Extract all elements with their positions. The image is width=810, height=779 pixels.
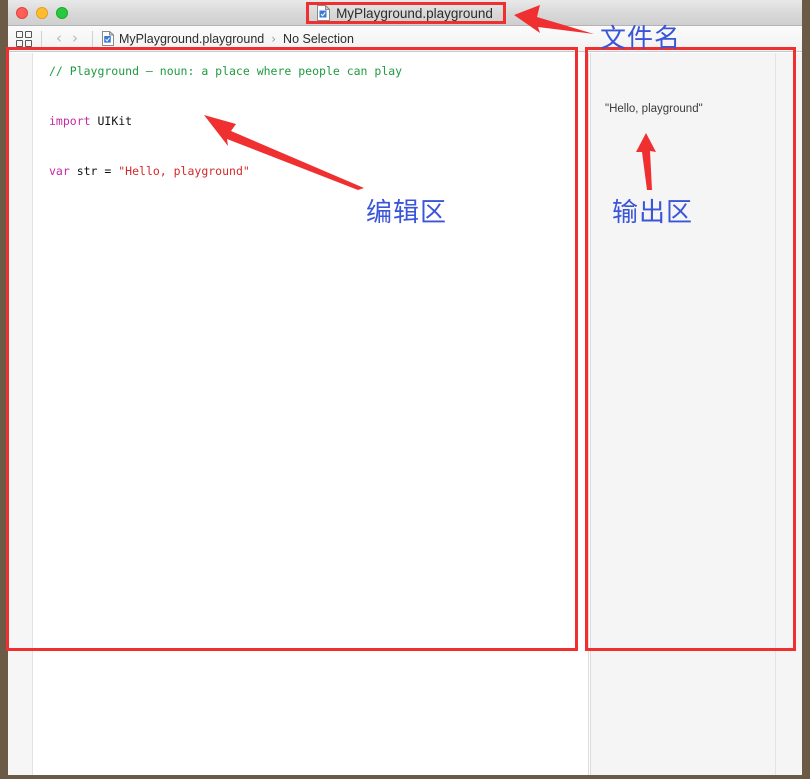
back-chevron-icon[interactable]: ‹ — [51, 31, 67, 46]
breadcrumb: MyPlayground.playground › No Selection — [102, 30, 354, 46]
breadcrumb-document-icon — [102, 30, 115, 46]
toolbar-divider-1 — [41, 30, 42, 47]
navigation-toolbar: ‹ › MyPlayground.playground › No Selecti… — [8, 26, 802, 52]
breadcrumb-file-label[interactable]: MyPlayground.playground — [119, 32, 264, 46]
forward-chevron-icon[interactable]: › — [67, 31, 83, 46]
line-blank-1 — [49, 84, 588, 109]
code-token: UIKit — [90, 114, 133, 128]
screenshot-root: MyPlayground.playground ‹ › MyPlayground… — [0, 0, 810, 779]
code-token: var — [49, 164, 70, 178]
code-token: import — [49, 114, 91, 128]
output-line: "Hello, playground" — [605, 103, 703, 115]
output-panel: "Hello, playground" — [590, 53, 802, 775]
editor-gutter — [8, 53, 33, 775]
line-var: var str = "Hello, playground" — [49, 159, 588, 184]
content-area: // Playground — noun: a place where peop… — [8, 53, 802, 775]
breadcrumb-separator: › — [271, 31, 277, 46]
code-token: str = — [69, 164, 119, 178]
code-block[interactable]: // Playground — noun: a place where peop… — [49, 59, 588, 184]
playground-document-icon — [317, 4, 331, 21]
breadcrumb-selection-label[interactable]: No Selection — [283, 32, 354, 46]
output-results-column: "Hello, playground" — [591, 53, 776, 775]
code-editor[interactable]: // Playground — noun: a place where peop… — [34, 53, 589, 775]
toolbar-divider-2 — [92, 30, 93, 47]
line-blank-2 — [49, 134, 588, 159]
code-token: // Playground — noun: a place where peop… — [49, 64, 403, 78]
line-comment: // Playground — noun: a place where peop… — [49, 59, 588, 84]
window-title-text: MyPlayground.playground — [336, 5, 493, 21]
code-token: "Hello, playground" — [118, 164, 250, 178]
window-title-group: MyPlayground.playground — [8, 0, 802, 26]
line-import: import UIKit — [49, 109, 588, 134]
window-titlebar[interactable]: MyPlayground.playground — [8, 0, 802, 26]
xcode-window: MyPlayground.playground ‹ › MyPlayground… — [8, 0, 802, 775]
grid-icon[interactable] — [16, 30, 32, 47]
